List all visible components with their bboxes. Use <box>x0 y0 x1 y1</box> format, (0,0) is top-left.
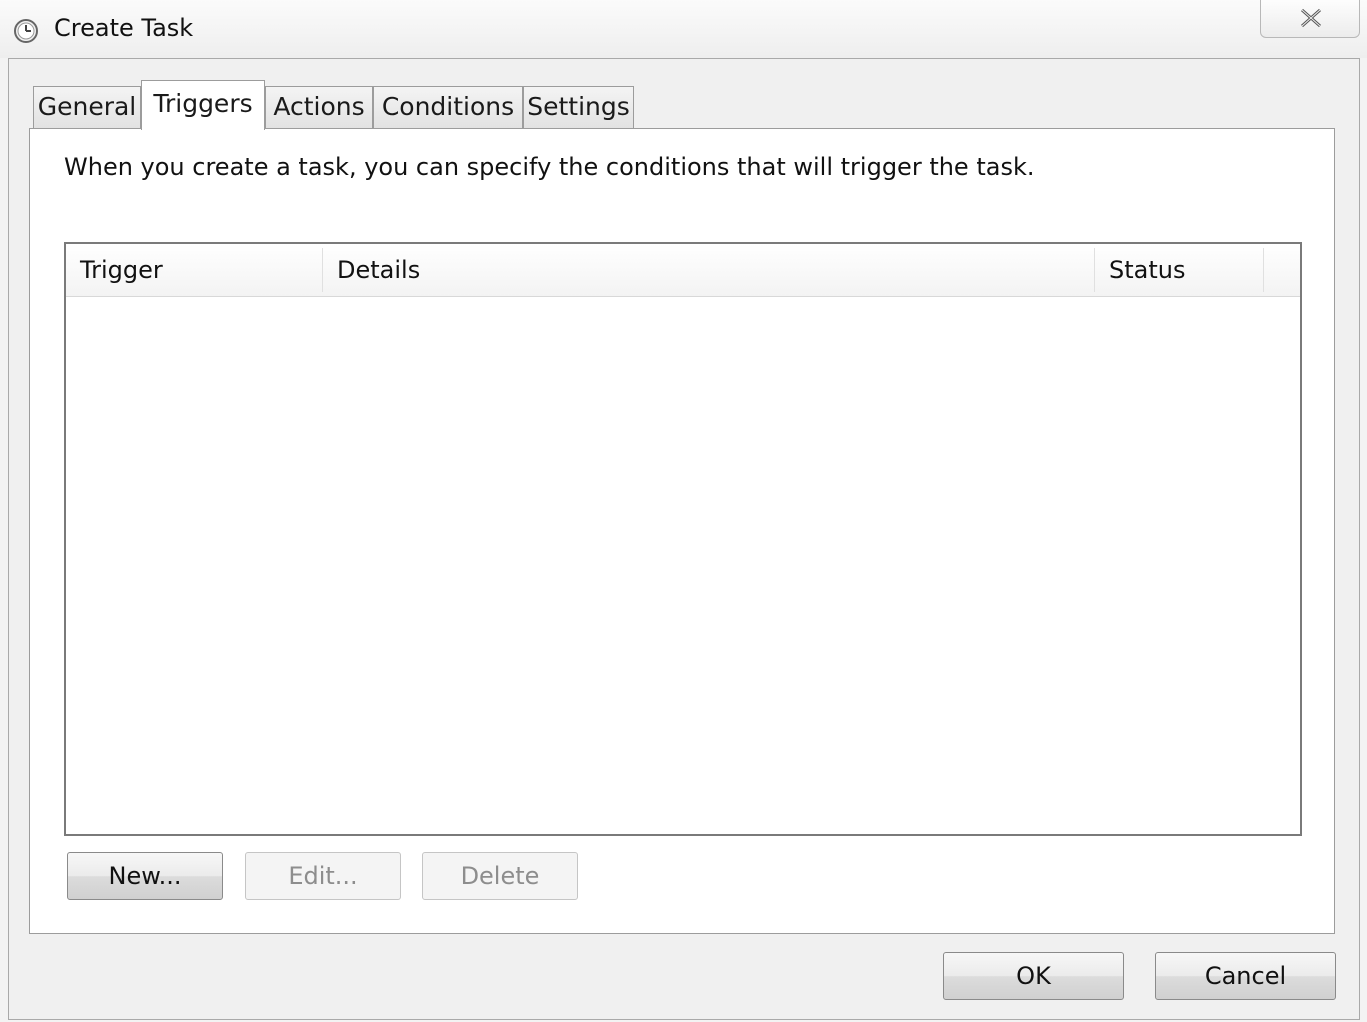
new-trigger-button[interactable]: New... <box>67 852 223 900</box>
clock-icon <box>13 18 39 44</box>
column-header-trigger[interactable]: Trigger <box>66 244 322 296</box>
triggers-list-header: Trigger Details Status <box>66 244 1300 297</box>
tab-conditions[interactable]: Conditions <box>373 86 523 128</box>
column-header-details[interactable]: Details <box>323 244 1094 296</box>
triggers-list[interactable]: Trigger Details Status <box>64 242 1302 836</box>
column-divider[interactable] <box>1263 248 1264 292</box>
create-task-window: Create Task General Triggers Actions Con… <box>0 0 1367 1022</box>
tab-triggers[interactable]: Triggers <box>141 80 265 130</box>
tab-actions[interactable]: Actions <box>265 86 373 128</box>
title-bar[interactable]: Create Task <box>0 0 1367 58</box>
edit-trigger-button[interactable]: Edit... <box>245 852 401 900</box>
ok-button[interactable]: OK <box>943 952 1124 1000</box>
close-button[interactable] <box>1260 0 1360 38</box>
triggers-description: When you create a task, you can specify … <box>64 153 1035 181</box>
tab-settings[interactable]: Settings <box>523 86 634 128</box>
tab-general[interactable]: General <box>33 86 141 128</box>
column-header-status[interactable]: Status <box>1095 244 1263 296</box>
window-title: Create Task <box>54 14 194 42</box>
cancel-button[interactable]: Cancel <box>1155 952 1336 1000</box>
delete-trigger-button[interactable]: Delete <box>422 852 578 900</box>
